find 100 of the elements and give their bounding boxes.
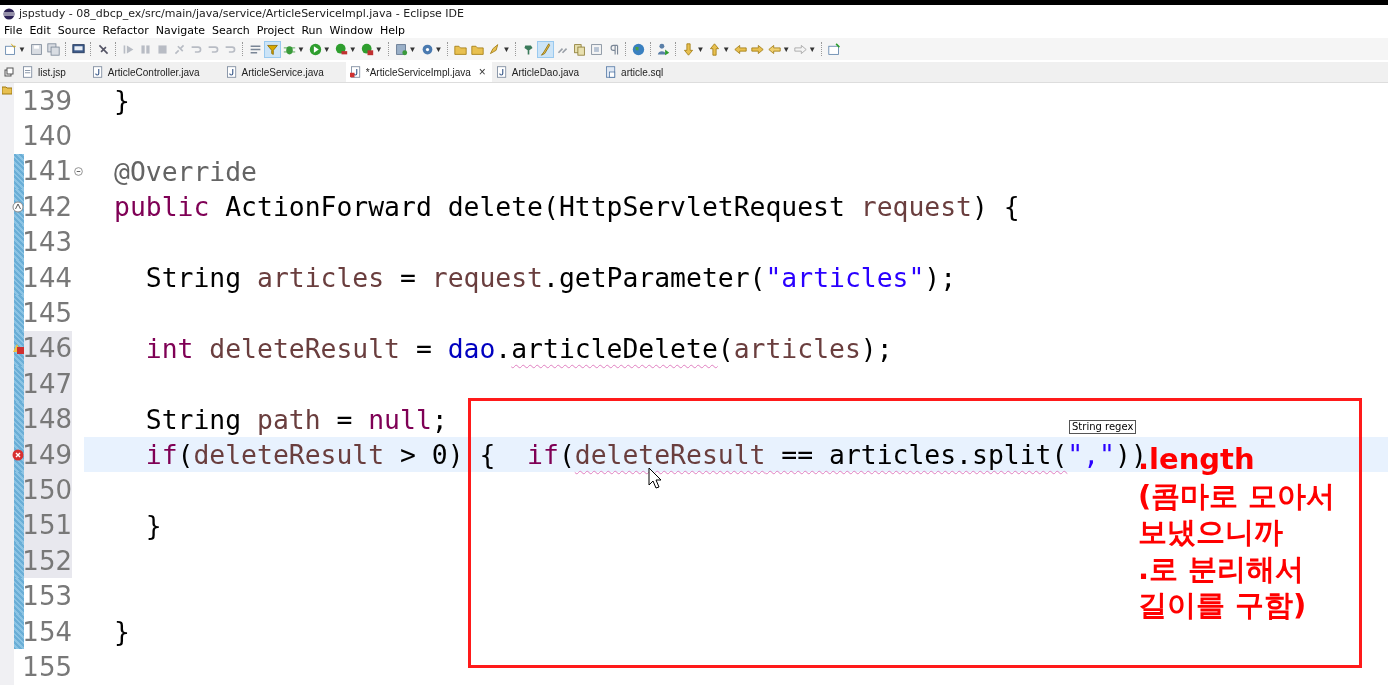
play-toolbox-icon — [360, 42, 374, 56]
warning-error-icon[interactable] — [12, 342, 24, 355]
dropdown-caret-icon[interactable]: ▼ — [322, 44, 331, 54]
line-number: 145 — [24, 297, 72, 331]
line-number: 155 — [24, 650, 72, 684]
new-file-icon — [4, 42, 17, 56]
file-icon — [349, 66, 362, 78]
window-icon — [828, 42, 842, 56]
resume-icon — [121, 42, 135, 56]
mouse-cursor-icon — [648, 467, 662, 489]
eclipse-logo-icon — [3, 7, 15, 20]
play-bar-icon — [334, 42, 348, 56]
file-icon — [495, 66, 508, 78]
pause-icon — [138, 42, 152, 56]
code-line: String path = null; — [145, 403, 448, 435]
dropdown-caret-icon[interactable]: ▼ — [18, 44, 26, 54]
toolbar-button[interactable]: ▼ — [392, 40, 419, 58]
dropdown-caret-icon[interactable]: ▼ — [782, 44, 791, 54]
line-number: 140 — [24, 120, 72, 154]
collapse-icon[interactable] — [73, 166, 83, 176]
line-number: 148 — [24, 401, 72, 437]
documents-icon — [573, 42, 587, 56]
file-icon — [605, 66, 618, 78]
line-number: 142 — [24, 190, 72, 224]
toolbar-button[interactable]: ▼ — [418, 40, 445, 58]
toolbar-button[interactable]: ▼ — [358, 40, 385, 58]
dropdown-caret-icon[interactable]: ▼ — [722, 44, 731, 54]
toolbar-button[interactable]: ▼ — [280, 40, 307, 58]
monitor-icon — [71, 42, 85, 56]
folder-icon[interactable] — [2, 85, 12, 95]
menu-item[interactable]: Navigate — [153, 23, 210, 37]
menu-item[interactable]: File — [2, 23, 28, 37]
code-line: @Override — [114, 155, 257, 187]
dropdown-caret-icon[interactable]: ▼ — [348, 44, 357, 54]
dropdown-caret-icon[interactable]: ▼ — [434, 44, 443, 54]
toolbar-button[interactable]: ▼ — [332, 40, 359, 58]
arrow-right-icon — [751, 42, 765, 56]
menu-item[interactable]: Edit — [27, 23, 56, 37]
code-line: } — [114, 85, 130, 117]
dropdown-caret-icon[interactable]: ▼ — [808, 44, 817, 54]
override-triangle-icon[interactable] — [12, 200, 24, 213]
dropdown-caret-icon[interactable]: ▼ — [408, 44, 417, 54]
floppy-icon — [29, 42, 43, 56]
menu-item[interactable]: Search — [210, 23, 255, 37]
code-line: String articles = request.getParameter("articles"); — [145, 262, 957, 294]
globe-icon — [632, 42, 646, 56]
line-number: 146 — [24, 330, 72, 367]
code-line: public ActionForward delete(HttpServletRequest request) { — [114, 191, 1020, 223]
dropdown-caret-icon[interactable]: ▼ — [502, 44, 511, 54]
error-icon[interactable] — [12, 448, 24, 461]
arrow-right-icon — [794, 42, 808, 56]
frame-icon — [590, 42, 604, 56]
close-icon[interactable]: × — [478, 65, 486, 79]
filter-icon — [265, 42, 279, 56]
toolbar-button[interactable] — [263, 40, 281, 58]
menu-item[interactable]: Project — [254, 23, 300, 37]
menu-item[interactable]: Refactor — [100, 23, 154, 37]
restore-icon[interactable] — [4, 67, 14, 77]
menu-item[interactable]: Help — [377, 23, 410, 37]
toolbar-button[interactable]: ▼ — [680, 40, 707, 58]
brush-icon — [539, 42, 553, 56]
person-arrow-icon — [657, 42, 671, 56]
menu-item[interactable]: Window — [327, 23, 378, 37]
line-number: 149 — [24, 436, 72, 473]
file-icon — [225, 66, 238, 78]
toolbar-button[interactable]: ▼ — [2, 40, 28, 58]
line-number: 143 — [24, 226, 72, 260]
code-line: } — [145, 509, 162, 541]
pilcrow-icon — [607, 42, 621, 56]
line-number: 150 — [24, 472, 72, 508]
editor-tab[interactable]: *ArticleServiceImpl.java × — [345, 62, 492, 82]
line-number: 151 — [24, 507, 72, 544]
line-number: 152 — [24, 543, 72, 579]
menu-item[interactable]: Source — [55, 23, 101, 37]
dropdown-caret-icon[interactable]: ▼ — [374, 44, 383, 54]
dropdown-caret-icon[interactable]: ▼ — [296, 44, 305, 54]
toolbar-button[interactable]: ▼ — [706, 40, 733, 58]
stop-icon — [155, 42, 169, 56]
code-line: } — [114, 616, 130, 648]
arrow-left-icon — [768, 42, 782, 56]
toolbar-button[interactable]: ▼ — [766, 40, 793, 58]
file-icon — [91, 66, 104, 78]
arrow-up-icon — [708, 42, 722, 56]
menu-item[interactable]: Run — [299, 23, 328, 37]
line-number: 147 — [24, 366, 72, 402]
parameter-hint: String regex — [1069, 420, 1137, 434]
line-number: 141 — [24, 155, 72, 189]
line-number: 154 — [24, 615, 72, 649]
play-icon — [308, 42, 322, 56]
toolbar-button[interactable]: ▼ — [792, 40, 819, 58]
dropdown-caret-icon[interactable]: ▼ — [696, 44, 705, 54]
arrow-down-icon — [682, 42, 696, 56]
floppies-icon — [46, 42, 60, 56]
line-number: 139 — [24, 84, 72, 118]
file-icon — [22, 66, 34, 78]
server-icon — [394, 42, 408, 56]
line-number: 153 — [24, 580, 72, 614]
toolbar-button[interactable]: ▼ — [306, 40, 333, 58]
code-line: int deleteResult = dao.articleDelete(articles); — [145, 332, 893, 364]
toolbar-button[interactable]: ▼ — [486, 40, 513, 58]
